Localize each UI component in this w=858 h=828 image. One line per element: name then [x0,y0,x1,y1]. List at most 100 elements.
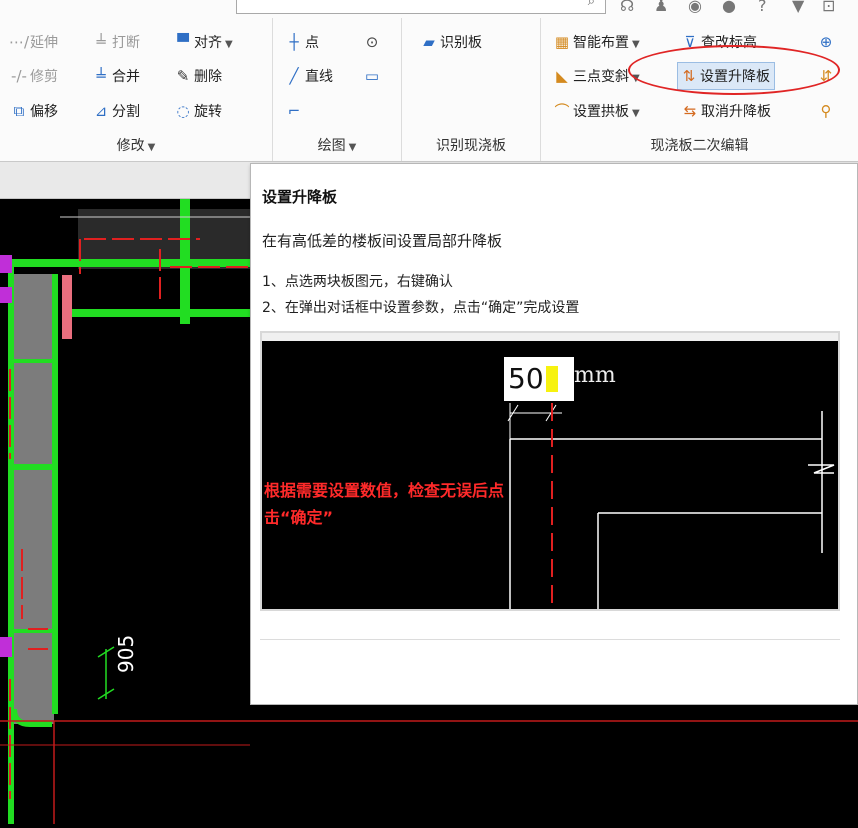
text-cursor [545,366,558,392]
ribbon-toolbar: ⌕ ☊ ♟ ◉ ● ? ▼ ⊡ ⋯/延伸 ╧ 打断 ▀ 对齐 ▼ -/- 修剪 ╧ 合并 … [0,0,858,162]
chevron-down-icon: ▼ [147,142,156,153]
set-arch-label: 设置拱板 [573,104,629,120]
tooltip-divider [260,639,840,640]
tooltip-step: 1、点选两块板图元，右键确认 [262,274,453,290]
user-icon[interactable]: ● [722,0,736,15]
modify-group-label[interactable]: 修改 ▼ [0,135,272,155]
wall-line [0,259,250,267]
draw-group-label[interactable]: 绘图 ▼ [273,135,401,155]
marker [0,287,12,303]
recognize-slab-button[interactable]: ▰ 识别板 [418,29,482,55]
highlight-oval [628,45,840,95]
wall-line [14,359,52,363]
grid-icon: ▦ [554,33,570,51]
eraser-icon: ✎ [176,67,190,85]
tooltip-step: 2、在弹出对话框中设置参数，点击“确定”完成设置 [262,300,580,316]
distribute-button[interactable]: ⚲ [815,98,837,124]
polyline-button[interactable]: ⌐ [283,98,305,124]
merge-button[interactable]: ╧ 合并 [90,63,140,89]
align-button[interactable]: ▀ 对齐 ▼ [172,29,232,55]
offset-label: 偏移 [30,104,58,120]
chevron-down-icon: ▼ [348,142,357,153]
rotate-button[interactable]: ◌ 旋转 [172,98,222,124]
dimension-label: 905 [114,634,138,673]
value-input[interactable]: 50 [504,357,574,401]
delete-button[interactable]: ✎ 删除 [172,63,222,89]
line-label: 直线 [305,69,333,85]
help-icon[interactable]: ? [758,0,767,15]
tooltip-illustration: 50 mm 根据需要设置数值，检查无误后点击“确定” [260,331,840,611]
point-button[interactable]: ┼ 点 [283,29,319,55]
wall-line [180,199,190,324]
chevron-down-icon: ▼ [632,39,640,50]
tooltip-panel: 设置升降板 在有高低差的楼板间设置局部升降板 1、点选两块板图元，右键确认 2、… [250,163,858,705]
headset-icon[interactable]: ☊ [620,0,634,15]
tooltip-title: 设置升降板 [262,188,338,206]
set-arch-button[interactable]: ⌒ 设置拱板 ▼ [551,98,640,124]
cancel-raise-lower-icon: ⇆ [683,102,697,120]
marker [0,255,12,273]
slab-area [14,274,54,724]
circle-icon: ⊙ [365,33,379,51]
illustration-note: 根据需要设置数值，检查无误后点击“确定” [264,481,505,527]
recognize-group-label: 识别现浇板 [436,138,506,154]
draw-group: ┼ 点 ⊙ ╱ 直线 ▭ ⌐ 绘图 ▼ [273,18,402,161]
recognize-slab-label: 识别板 [440,35,482,51]
point-icon: ┼ [289,33,299,51]
delete-label: 删除 [194,69,222,85]
search-icon[interactable]: ⌕ [588,0,595,9]
globe-icon[interactable]: ◉ [688,0,702,15]
align-label: 对齐 [194,35,222,51]
merge-icon: ╧ [96,67,106,85]
break-button[interactable]: ╧ 打断 [90,29,140,55]
rotate-icon: ◌ [176,102,190,120]
slab-edit-group-label: 现浇板二次编辑 [650,138,749,154]
offset-icon: ⧉ [13,102,25,120]
distribute-icon: ⚲ [820,102,832,120]
tooltip-description: 在有高低差的楼板间设置局部升降板 [262,232,503,250]
bell-icon[interactable]: ♟ [654,0,668,15]
trim-button[interactable]: -/- 修剪 [8,63,58,89]
smart-layout-label: 智能布置 [573,35,629,51]
expand-icon[interactable]: ⊡ [822,0,835,15]
trim-icon: -/- [11,67,27,85]
point-label: 点 [305,35,319,51]
offset-button[interactable]: ⧉ 偏移 [8,98,58,124]
line-button[interactable]: ╱ 直线 [283,63,333,89]
smart-layout-button[interactable]: ▦ 智能布置 ▼ [551,29,640,55]
break-icon: ╧ [96,33,106,51]
three-point-slope-label: 三点变斜 [573,69,629,85]
rectangle-icon: ▭ [364,67,380,85]
cancel-raise-lower-button[interactable]: ⇆ 取消升降板 [679,98,771,124]
modify-group: ⋯/延伸 ╧ 打断 ▀ 对齐 ▼ -/- 修剪 ╧ 合并 ✎ 删除 ⧉ 偏移 ⊿ 分割 ◌ 旋转 … [0,18,273,161]
wall-line [52,274,58,714]
unit-label: mm [574,363,616,388]
slope-icon: ◣ [556,67,568,85]
recognize-group: ▰ 识别板 识别现浇板 [402,18,541,161]
pick-icon: ⊕ [819,33,833,51]
top-strip: ⌕ ☊ ♟ ◉ ● ? ▼ ⊡ [0,0,858,18]
merge-label: 合并 [112,69,140,85]
search-input[interactable]: ⌕ [236,0,606,14]
pick-icon-button[interactable]: ⊕ [815,29,837,55]
trim-label: 修剪 [30,69,58,85]
cancel-raise-lower-label: 取消升降板 [701,104,771,120]
slab-icon: ▰ [423,33,435,51]
column [62,275,72,339]
three-point-slope-button[interactable]: ◣ 三点变斜 ▼ [551,63,639,89]
chevron-down-icon: ▼ [632,108,640,119]
line-icon: ╱ [289,67,299,85]
break-label: 打断 [112,35,140,51]
extend-icon: ⋯/ [8,33,30,51]
circle-button[interactable]: ⊙ [361,29,383,55]
shirt-icon[interactable]: ▼ [792,0,804,15]
extend-button[interactable]: ⋯/延伸 [8,29,58,55]
align-icon: ▀ [177,33,189,51]
wall-line [14,464,52,470]
marker [0,637,12,657]
split-button[interactable]: ⊿ 分割 [90,98,140,124]
rectangle-button[interactable]: ▭ [361,63,383,89]
rotate-label: 旋转 [194,104,222,120]
split-icon: ⊿ [94,102,108,120]
split-label: 分割 [112,104,140,120]
